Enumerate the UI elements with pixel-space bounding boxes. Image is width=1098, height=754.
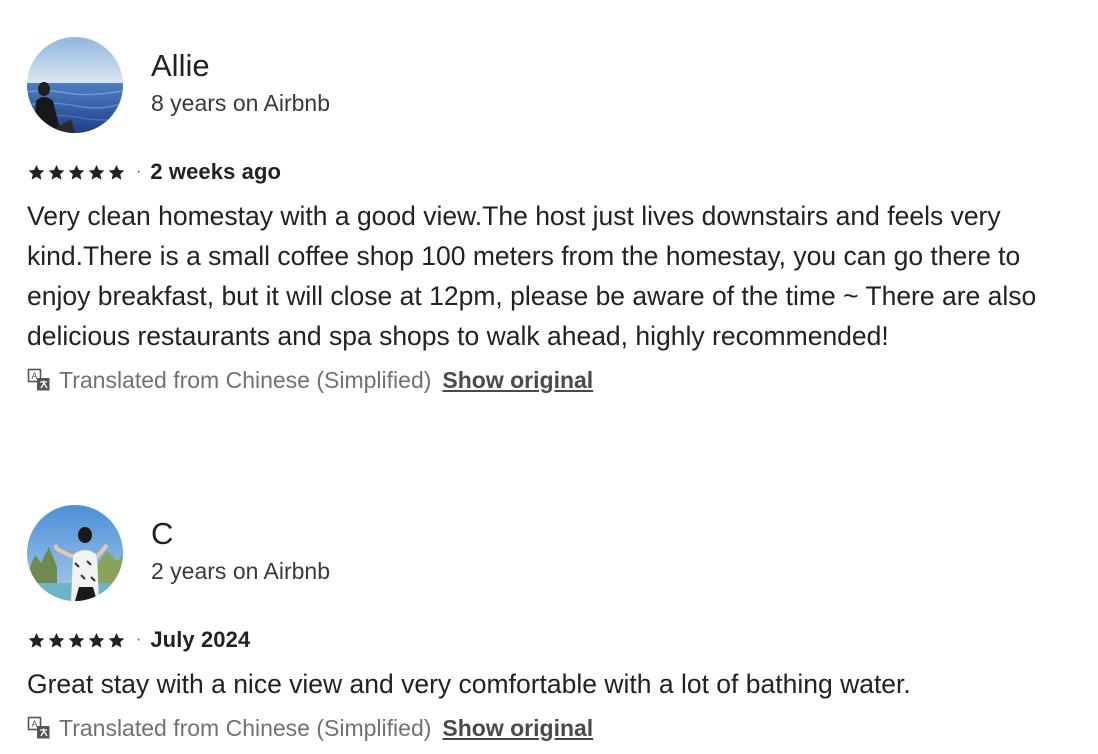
sea-photo-icon — [27, 37, 123, 133]
review-card: Allie 8 years on Airbnb · 2 weeks ago Ve… — [27, 37, 1072, 396]
reviewer-tenure: 2 years on Airbnb — [151, 558, 331, 584]
review-text: Great stay with a nice view and very com… — [27, 669, 911, 699]
translation-note: Translated from Chinese (Simplified) — [59, 366, 432, 393]
translation-note: Translated from Chinese (Simplified) — [59, 714, 432, 741]
star-rating — [27, 631, 126, 650]
meta-separator: · — [136, 631, 142, 648]
star-icon — [48, 632, 65, 648]
meta-separator: · — [136, 163, 142, 180]
translate-icon: A — [27, 716, 50, 739]
star-rating — [27, 163, 126, 182]
show-original-link[interactable]: Show original — [442, 715, 593, 742]
reviewer-name: Allie — [151, 48, 210, 83]
star-icon — [108, 164, 125, 180]
beach-photo-icon — [27, 505, 123, 601]
star-icon — [28, 164, 45, 180]
review-date: 2 weeks ago — [150, 159, 282, 184]
star-icon — [48, 164, 65, 180]
review-text: Very clean homestay with a good view.The… — [27, 201, 1037, 351]
avatar[interactable] — [27, 505, 123, 601]
show-original-link[interactable]: Show original — [442, 367, 593, 394]
translation-row: A Translated from Chinese (Simplified) S… — [27, 712, 1072, 744]
avatar[interactable] — [27, 37, 123, 133]
reviewer-header: Allie 8 years on Airbnb — [27, 37, 1072, 133]
reviewer-header: C 2 years on Airbnb — [27, 505, 1072, 601]
star-icon — [28, 632, 45, 648]
reviewer-name: C — [151, 516, 174, 551]
review-card: C 2 years on Airbnb · July 2024 Great st… — [27, 505, 1072, 744]
review-meta: · 2 weeks ago — [27, 157, 1072, 187]
star-icon — [68, 164, 85, 180]
translate-icon: A — [27, 368, 50, 391]
star-icon — [68, 632, 85, 648]
translation-row: A Translated from Chinese (Simplified) S… — [27, 364, 1072, 396]
svg-text:A: A — [31, 371, 37, 381]
star-icon — [88, 164, 105, 180]
star-icon — [108, 632, 125, 648]
svg-text:A: A — [31, 719, 37, 729]
review-date: July 2024 — [150, 627, 251, 652]
review-meta: · July 2024 — [27, 625, 1072, 655]
reviewer-tenure: 8 years on Airbnb — [151, 90, 331, 116]
star-icon — [88, 632, 105, 648]
